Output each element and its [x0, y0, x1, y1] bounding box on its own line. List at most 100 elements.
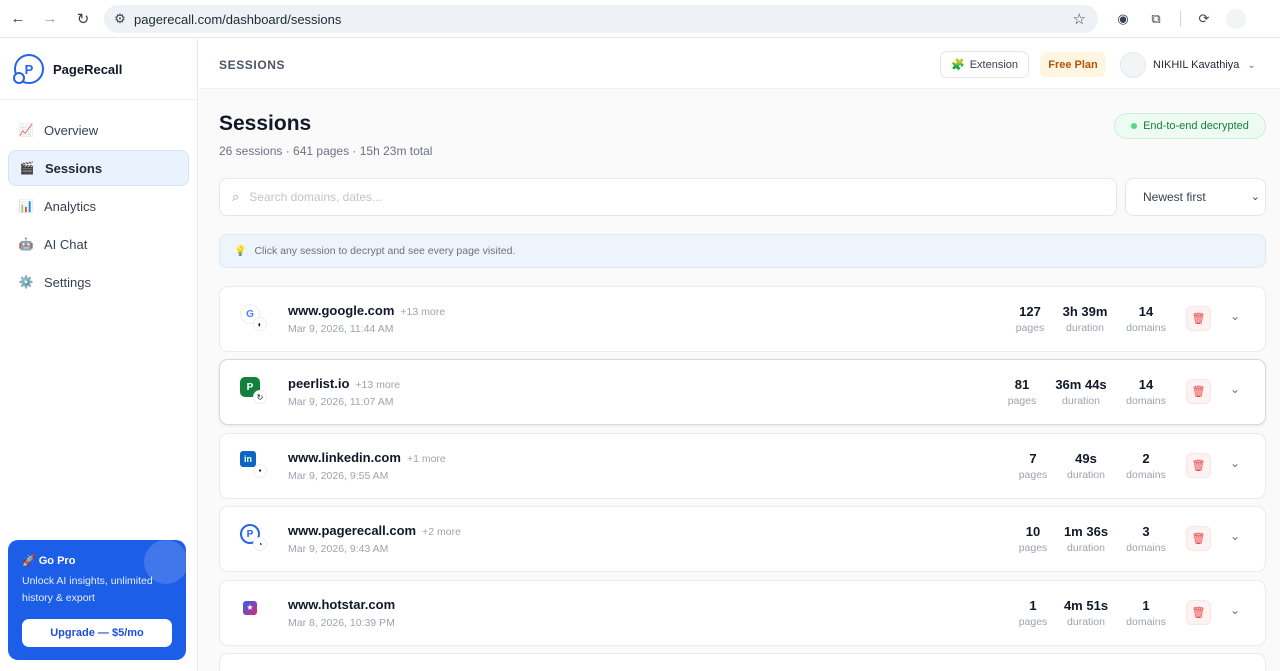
- encryption-status-label: End-to-end decrypted: [1143, 120, 1249, 132]
- back-icon[interactable]: ←: [7, 8, 29, 30]
- delete-session-button[interactable]: 🗑: [1186, 452, 1211, 478]
- session-date: Mar 9, 2026, 9:55 AM: [288, 469, 389, 482]
- sidebar-item-sessions[interactable]: 🎬 Sessions: [8, 150, 189, 186]
- extension-button[interactable]: 🧩 Extension: [940, 51, 1029, 78]
- status-dot-icon: [1131, 123, 1138, 129]
- session-row[interactable]: P ↻ peerlist.io +13 more Mar 9, 2026, 11:…: [219, 359, 1266, 426]
- session-row[interactable]: ★ www.hotstar.com Mar 8, 2026, 10:39 PM …: [219, 579, 1266, 646]
- pages-label: pages: [1018, 542, 1048, 555]
- pages-label: pages: [1007, 395, 1037, 408]
- session-row[interactable]: in ▪ www.linkedin.com +1 more Mar 9, 2026…: [219, 432, 1266, 499]
- trash-icon: 🗑: [1191, 386, 1206, 399]
- session-domain-text: www.linkedin.com: [288, 449, 401, 465]
- pages-stat: 127 pages: [1000, 304, 1060, 334]
- decorative-circle: [144, 540, 186, 584]
- search-box: ⌕: [219, 178, 1117, 216]
- main-content: SESSIONS 🧩 Extension Free Plan NIKHIL Ka…: [199, 39, 1280, 671]
- domains-stat: 14 domains: [1116, 304, 1176, 334]
- domains-stat: 3 domains: [1116, 524, 1176, 554]
- sidebar-item-settings[interactable]: ⚙️ Settings: [8, 264, 189, 300]
- duration-label: duration: [1067, 468, 1105, 481]
- chevron-down-icon: ⌄: [1247, 59, 1256, 71]
- media-control-icon[interactable]: ⟳: [1194, 9, 1214, 29]
- user-menu[interactable]: NIKHIL Kavathiya ⌄: [1120, 52, 1256, 78]
- duration-stat: 1m 36s duration: [1056, 524, 1116, 554]
- chevron-down-icon: ⌄: [1250, 191, 1260, 203]
- sidebar-item-label: Settings: [44, 274, 91, 290]
- pages-stat: 81 pages: [992, 377, 1052, 407]
- trash-icon: 🗑: [1191, 313, 1206, 325]
- go-pro-card: 🚀 Go Pro Unlock AI insights, unlimited h…: [8, 540, 186, 660]
- sort-select[interactable]: Newest first ⌄: [1125, 178, 1266, 216]
- brand-name: PageRecall: [53, 61, 123, 77]
- chart-up-icon: 📈: [18, 123, 34, 137]
- chevron-down-icon[interactable]: ⌄: [1230, 456, 1240, 470]
- extensions-puzzle-icon[interactable]: ⧉: [1146, 9, 1166, 29]
- extension-button-label: Extension: [969, 58, 1018, 71]
- session-list: G ◐ www.google.com +13 more Mar 9, 2026, …: [219, 286, 1266, 671]
- pages-count: 10: [1025, 524, 1041, 540]
- more-domains-count: +13 more: [400, 306, 446, 318]
- lightbulb-icon: 💡: [234, 245, 247, 257]
- duration-label: duration: [1066, 322, 1104, 334]
- info-tip-text: Click any session to decrypt and see eve…: [254, 245, 516, 257]
- chevron-down-icon[interactable]: ⌄: [1230, 529, 1240, 543]
- duration-stat: 49s duration: [1056, 451, 1116, 481]
- session-domain: peerlist.io +13 more: [288, 376, 400, 391]
- bar-chart-icon: 📊: [18, 199, 34, 213]
- secondary-favicon-icon: ↻: [253, 390, 267, 405]
- toolbar-divider: [1180, 11, 1181, 27]
- domains-stat: 2 domains: [1116, 451, 1176, 481]
- delete-session-button[interactable]: 🗑: [1186, 306, 1211, 331]
- sidebar-menu: 📈 Overview 🎬 Sessions 📊 Analytics 🤖 AI C…: [0, 100, 197, 314]
- domains-label: domains: [1126, 542, 1166, 555]
- duration-label: duration: [1067, 615, 1105, 628]
- chevron-down-icon[interactable]: ⌄: [1230, 603, 1240, 617]
- bookmark-star-icon[interactable]: ☆: [1073, 10, 1086, 28]
- session-domain-text: peerlist.io: [288, 376, 350, 392]
- address-bar[interactable]: ⚙ pagerecall.com/dashboard/sessions ☆: [104, 5, 1098, 33]
- pages-stat: 10 pages: [1003, 524, 1063, 554]
- site-settings-icon[interactable]: ⚙: [106, 11, 134, 27]
- session-row[interactable]: [219, 652, 1266, 671]
- sidebar-item-analytics[interactable]: 📊 Analytics: [8, 188, 189, 224]
- profile-avatar-icon[interactable]: [1226, 9, 1246, 29]
- sidebar-item-overview[interactable]: 📈 Overview: [8, 112, 189, 148]
- sidebar-item-ai-chat[interactable]: 🤖 AI Chat: [8, 226, 189, 262]
- session-date: Mar 8, 2026, 10:39 PM: [288, 616, 395, 629]
- trash-icon: 🗑: [1191, 606, 1206, 619]
- session-domain: www.hotstar.com: [288, 597, 401, 612]
- domains-count: 2: [1142, 450, 1150, 466]
- brand[interactable]: P PageRecall: [0, 39, 197, 100]
- go-pro-description: Unlock AI insights, unlimited history & …: [22, 575, 153, 604]
- duration-value: 36m 44s: [1055, 377, 1107, 393]
- secondary-favicon-icon: ◔: [253, 537, 267, 552]
- sort-selected-value: Newest first: [1143, 190, 1206, 204]
- domains-stat: 1 domains: [1116, 598, 1176, 628]
- pagerecall-extension-icon[interactable]: ◉: [1113, 9, 1133, 29]
- plan-badge[interactable]: Free Plan: [1040, 52, 1106, 77]
- user-name: NIKHIL Kavathiya: [1153, 59, 1240, 71]
- chevron-down-icon[interactable]: ⌄: [1230, 309, 1240, 323]
- forward-icon[interactable]: →: [39, 8, 61, 30]
- session-row[interactable]: P ◔ www.pagerecall.com +2 more Mar 9, 202…: [219, 506, 1266, 573]
- upgrade-button[interactable]: Upgrade — $5/mo: [22, 619, 172, 647]
- session-date: Mar 9, 2026, 9:43 AM: [288, 543, 389, 556]
- domains-stat: 14 domains: [1116, 377, 1176, 407]
- sidebar-item-label: AI Chat: [44, 236, 88, 252]
- delete-session-button[interactable]: 🗑: [1186, 599, 1211, 625]
- url-text[interactable]: pagerecall.com/dashboard/sessions: [134, 12, 341, 27]
- pages-count: 127: [1019, 304, 1041, 319]
- reload-icon[interactable]: ↻: [72, 8, 94, 30]
- pages-count: 1: [1029, 597, 1037, 613]
- search-input[interactable]: [249, 190, 1090, 204]
- chevron-down-icon[interactable]: ⌄: [1230, 382, 1240, 396]
- delete-session-button[interactable]: 🗑: [1186, 526, 1211, 552]
- site-favicon-icon: ★: [243, 600, 257, 615]
- page-breadcrumb: SESSIONS: [219, 58, 286, 72]
- delete-session-button[interactable]: 🗑: [1186, 379, 1211, 405]
- duration-value: 1m 36s: [1063, 524, 1109, 540]
- duration-stat: 36m 44s duration: [1051, 377, 1111, 407]
- site-favicon-icon: in: [240, 450, 256, 467]
- session-row[interactable]: G ◐ www.google.com +13 more Mar 9, 2026, …: [219, 286, 1266, 352]
